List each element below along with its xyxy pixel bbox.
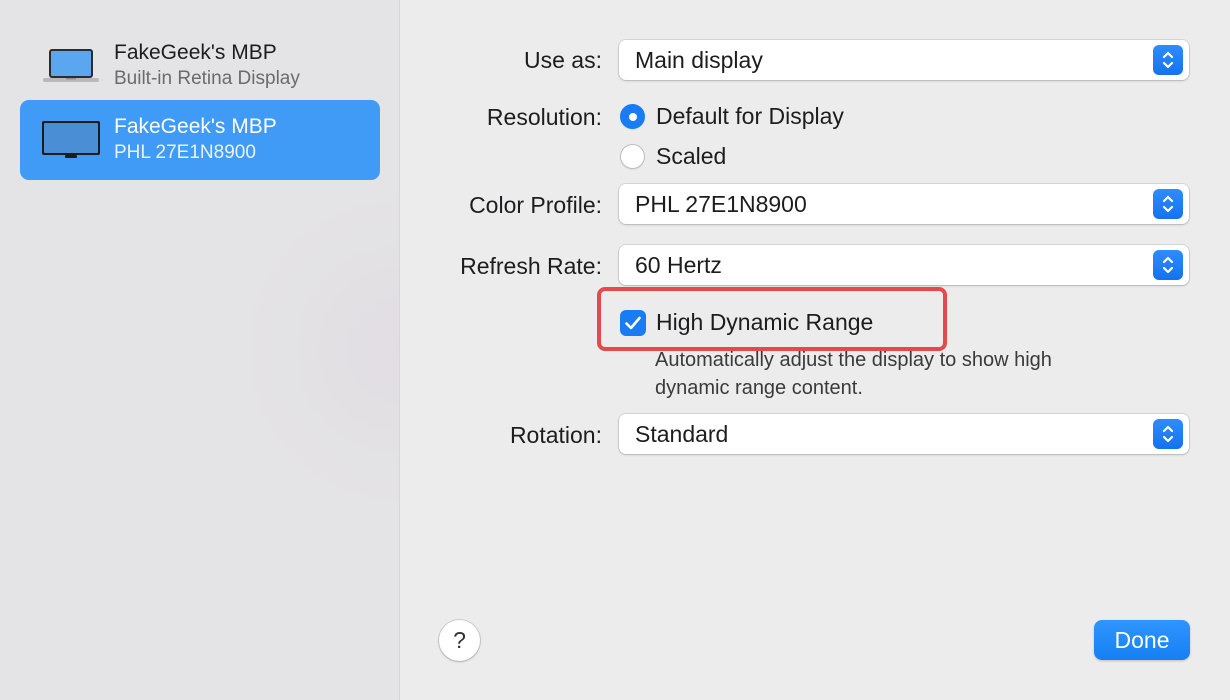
resolution-scaled-radio[interactable]: Scaled [620, 143, 726, 170]
radio-selected-icon [620, 104, 645, 129]
hdr-description-line: dynamic range content. [655, 377, 863, 399]
rotation-value: Standard [635, 420, 729, 447]
hdr-checkbox[interactable]: High Dynamic Range [620, 309, 873, 336]
display-subtitle: PHL 27E1N8900 [114, 142, 256, 163]
hdr-description-line: Automatically adjust the display to show… [655, 349, 1052, 371]
chevron-updown-icon [1153, 189, 1183, 219]
color-profile-value: PHL 27E1N8900 [635, 190, 807, 217]
monitor-icon [40, 120, 102, 160]
checkmark-icon [620, 309, 646, 336]
chevron-updown-icon [1153, 419, 1183, 449]
rotation-label: Rotation: [509, 422, 602, 448]
resolution-default-radio[interactable]: Default for Display [620, 103, 844, 130]
use-as-label: Use as: [524, 47, 602, 73]
chevron-updown-icon [1153, 45, 1183, 75]
rotation-popup[interactable]: Standard [619, 414, 1189, 454]
hdr-description: Automatically adjust the display to show… [655, 346, 1155, 402]
resolution-option-label: Scaled [656, 143, 727, 169]
display-subtitle: Built-in Retina Display [114, 68, 300, 89]
laptop-icon [40, 46, 102, 86]
chevron-updown-icon [1153, 250, 1183, 280]
resolution-option-label: Default for Display [656, 103, 844, 129]
done-button[interactable]: Done [1094, 620, 1190, 660]
settings-panel: Use as: Main display Resolution: Default… [400, 0, 1230, 700]
refresh-rate-value: 60 Hertz [635, 251, 722, 278]
help-button[interactable]: ? [439, 620, 480, 661]
display-item-built-in[interactable]: FakeGeek's MBP Built-in Retina Display [20, 26, 380, 106]
color-profile-label: Color Profile: [469, 192, 602, 218]
color-profile-popup[interactable]: PHL 27E1N8900 [619, 184, 1189, 224]
resolution-label: Resolution: [486, 104, 602, 130]
sidebar: FakeGeek's MBP Built-in Retina Display F… [0, 0, 400, 700]
use-as-popup[interactable]: Main display [619, 40, 1189, 80]
display-name: FakeGeek's MBP [114, 115, 277, 138]
hdr-label: High Dynamic Range [656, 309, 874, 335]
refresh-rate-label: Refresh Rate: [460, 253, 602, 279]
display-name: FakeGeek's MBP [114, 41, 277, 64]
radio-unselected-icon [620, 144, 645, 169]
displays-window: FakeGeek's MBP Built-in Retina Display F… [0, 0, 1230, 700]
refresh-rate-popup[interactable]: 60 Hertz [619, 245, 1189, 285]
display-item-external[interactable]: FakeGeek's MBP PHL 27E1N8900 [20, 100, 380, 180]
use-as-value: Main display [635, 46, 763, 73]
